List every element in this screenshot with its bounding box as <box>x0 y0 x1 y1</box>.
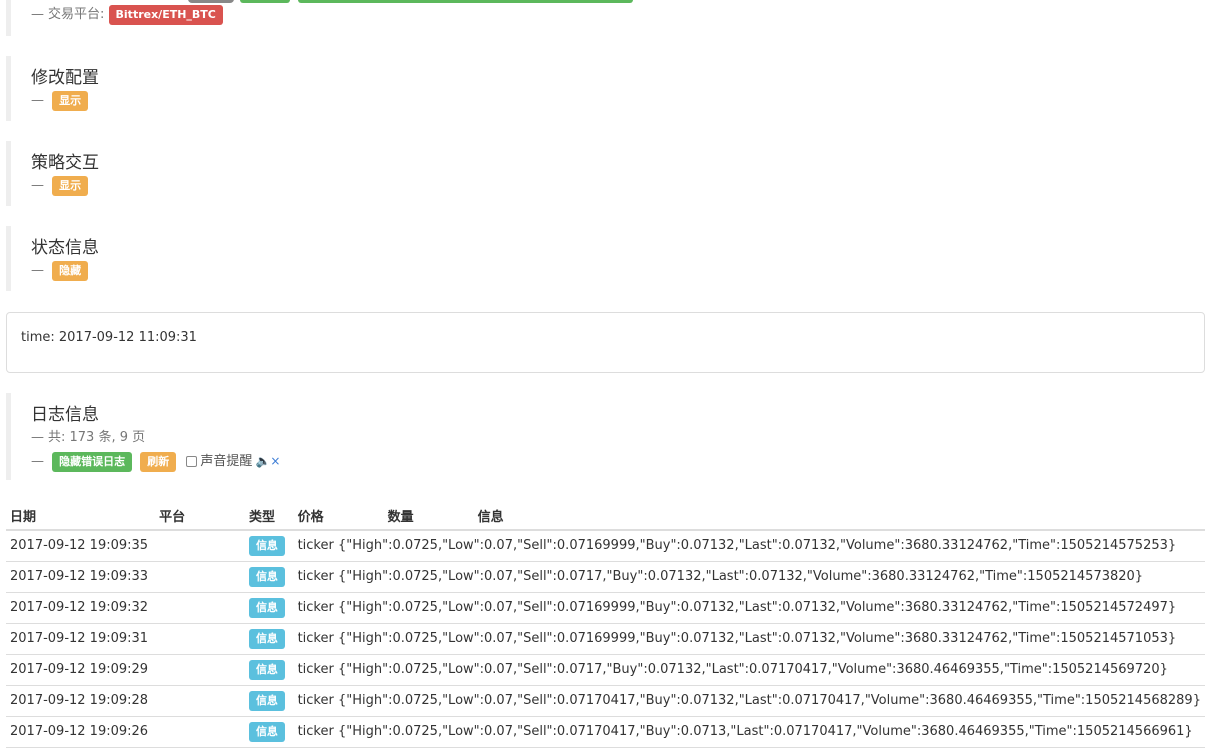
interaction-section: 策略交互 — 显示 <box>6 141 99 206</box>
interaction-show-button[interactable]: 显示 <box>52 175 89 196</box>
table-row: 2017-09-12 19:09:32 信息 ticker {"High":0.… <box>6 592 1205 624</box>
cell-date: 2017-09-12 19:09:28 <box>6 685 156 717</box>
exchange-badge: Bittrex/ETH_BTC <box>108 4 223 25</box>
config-title: 修改配置 <box>31 68 99 88</box>
sound-alert-label[interactable]: 声音提醒 <box>200 454 252 469</box>
log-controls: — 隐藏错误日志 刷新 声音提醒 🔈× <box>31 450 280 473</box>
status-hide-button[interactable]: 隐藏 <box>52 260 89 281</box>
cell-type: 信息 <box>244 623 294 655</box>
cell-info: ticker {"High":0.0725,"Low":0.07,"Sell":… <box>293 530 1205 562</box>
table-row: 2017-09-12 19:09:35 信息 ticker {"High":0.… <box>6 530 1205 562</box>
type-badge: 信息 <box>248 628 285 649</box>
top-button-partial-green[interactable] <box>240 0 290 3</box>
dash: — <box>31 430 44 445</box>
table-row: 2017-09-12 19:09:26 信息 ticker {"High":0.… <box>6 716 1205 748</box>
config-toggle-line: — 显示 <box>31 90 99 112</box>
dash: — <box>31 263 44 278</box>
speaker-mute-icon[interactable]: 🔈× <box>255 454 280 468</box>
config-show-button[interactable]: 显示 <box>52 90 89 111</box>
cell-type: 信息 <box>244 561 294 593</box>
type-badge: 信息 <box>248 535 285 556</box>
config-section: 修改配置 — 显示 <box>6 56 99 121</box>
type-badge: 信息 <box>248 659 285 680</box>
cell-platform <box>155 592 245 624</box>
cell-platform <box>155 561 245 593</box>
log-summary-line: — 共: 173 条, 9 页 <box>31 427 280 449</box>
interaction-title: 策略交互 <box>31 153 99 173</box>
cell-date: 2017-09-12 19:09:32 <box>6 592 156 624</box>
cell-type: 信息 <box>244 654 294 686</box>
refresh-button[interactable]: 刷新 <box>140 451 177 472</box>
table-row: 2017-09-12 19:09:29 信息 ticker {"High":0.… <box>6 654 1205 686</box>
cell-date: 2017-09-12 19:09:26 <box>6 716 156 748</box>
type-badge: 信息 <box>248 721 285 742</box>
hide-error-log-button[interactable]: 隐藏错误日志 <box>52 451 133 472</box>
log-table: 日期 平台 类型 价格 数量 信息 2017-09-12 19:09:35 信息… <box>6 501 1205 748</box>
cell-type: 信息 <box>244 716 294 748</box>
status-box: time: 2017-09-12 11:09:31 <box>6 312 1205 373</box>
cell-date: 2017-09-12 19:09:31 <box>6 623 156 655</box>
header-platform: 平台 <box>155 501 245 531</box>
interaction-toggle-line: — 显示 <box>31 175 99 197</box>
cell-platform <box>155 654 245 686</box>
status-toggle-line: — 隐藏 <box>31 260 99 282</box>
table-row: 2017-09-12 19:09:31 信息 ticker {"High":0.… <box>6 623 1205 655</box>
cell-platform <box>155 685 245 717</box>
type-badge: 信息 <box>248 690 285 711</box>
exchange-section: — 交易平台: Bittrex/ETH_BTC <box>6 0 223 36</box>
cell-date: 2017-09-12 19:09:33 <box>6 561 156 593</box>
table-row: 2017-09-12 19:09:33 信息 ticker {"High":0.… <box>6 561 1205 593</box>
cell-type: 信息 <box>244 530 294 562</box>
status-title: 状态信息 <box>31 238 99 258</box>
cell-info: ticker {"High":0.0725,"Low":0.07,"Sell":… <box>293 685 1205 717</box>
table-row: 2017-09-12 19:09:28 信息 ticker {"High":0.… <box>6 685 1205 717</box>
cell-platform <box>155 530 245 562</box>
dash: — <box>31 454 44 469</box>
log-section: 日志信息 — 共: 173 条, 9 页 — 隐藏错误日志 刷新 声音提醒 🔈× <box>6 393 280 480</box>
exchange-line: — 交易平台: Bittrex/ETH_BTC <box>31 4 223 26</box>
cell-info: ticker {"High":0.0725,"Low":0.07,"Sell":… <box>293 716 1205 748</box>
exchange-label: 交易平台: <box>48 7 105 22</box>
dash: — <box>31 178 44 193</box>
cell-info: ticker {"High":0.0725,"Low":0.07,"Sell":… <box>293 623 1205 655</box>
header-info: 信息 <box>473 501 1205 531</box>
status-section: 状态信息 — 隐藏 <box>6 226 99 291</box>
header-quantity: 数量 <box>383 501 474 531</box>
table-header-row: 日期 平台 类型 价格 数量 信息 <box>6 501 1205 531</box>
header-date: 日期 <box>6 501 156 531</box>
cell-date: 2017-09-12 19:09:29 <box>6 654 156 686</box>
type-badge: 信息 <box>248 597 285 618</box>
cell-type: 信息 <box>244 592 294 624</box>
status-text: time: 2017-09-12 11:09:31 <box>21 330 197 345</box>
dash: — <box>31 7 44 22</box>
type-badge: 信息 <box>248 566 285 587</box>
header-price: 价格 <box>293 501 384 531</box>
log-title: 日志信息 <box>31 405 99 425</box>
cell-info: ticker {"High":0.0725,"Low":0.07,"Sell":… <box>293 592 1205 624</box>
sound-alert-checkbox[interactable] <box>186 456 198 467</box>
top-progress-bar <box>298 0 633 3</box>
dash: — <box>31 93 44 108</box>
cell-platform <box>155 623 245 655</box>
cell-info: ticker {"High":0.0725,"Low":0.07,"Sell":… <box>293 561 1205 593</box>
cell-date: 2017-09-12 19:09:35 <box>6 530 156 562</box>
cell-info: ticker {"High":0.0725,"Low":0.07,"Sell":… <box>293 654 1205 686</box>
log-summary: 共: 173 条, 9 页 <box>48 430 146 445</box>
cell-type: 信息 <box>244 685 294 717</box>
header-type: 类型 <box>244 501 294 531</box>
cell-platform <box>155 716 245 748</box>
